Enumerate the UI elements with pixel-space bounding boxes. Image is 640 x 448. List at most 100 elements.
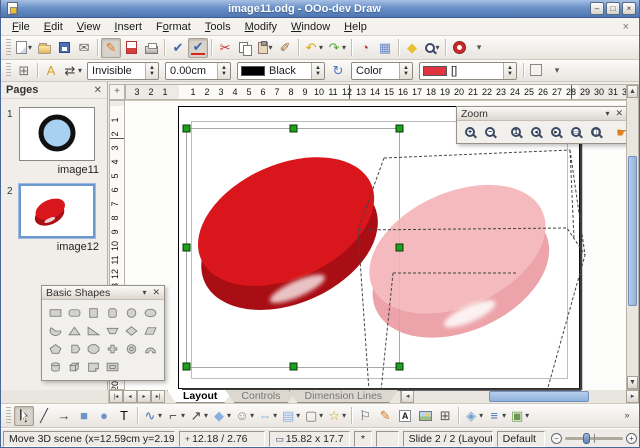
copy-button[interactable] bbox=[235, 38, 255, 58]
points-button[interactable]: ⚐ bbox=[355, 406, 375, 426]
menu-edit[interactable]: Edit bbox=[37, 20, 70, 34]
shape-circle-button[interactable] bbox=[122, 304, 140, 321]
pages-panel-close-icon[interactable]: ✕ bbox=[94, 85, 102, 96]
maximize-button[interactable]: □ bbox=[606, 2, 620, 15]
shape-hexagon-button[interactable] bbox=[66, 340, 84, 357]
menu-modify[interactable]: Modify bbox=[238, 20, 284, 34]
toolbar-options-button[interactable]: » bbox=[617, 406, 637, 426]
spellcheck-button[interactable]: ✔ bbox=[168, 38, 188, 58]
page-nav-previous-button[interactable]: ◂ bbox=[123, 390, 137, 403]
line-style-select[interactable]: Invisible ▲▼ bbox=[87, 62, 159, 80]
edit-file-button[interactable]: ✎ bbox=[101, 38, 121, 58]
shape-isosceles-triangle-button[interactable] bbox=[66, 322, 84, 339]
minimize-button[interactable]: – bbox=[590, 2, 604, 15]
save-button[interactable] bbox=[54, 38, 74, 58]
glue-points-button[interactable]: ✎ bbox=[375, 406, 395, 426]
scroll-left-icon[interactable]: ◂ bbox=[401, 390, 414, 403]
transformations-button[interactable]: ◈▾ bbox=[462, 406, 485, 426]
toolbar-options-button[interactable]: ▾ bbox=[469, 38, 489, 58]
cut-button[interactable]: ✂ bbox=[215, 38, 235, 58]
print-button[interactable] bbox=[141, 38, 161, 58]
zoom-100-button[interactable]: 1 bbox=[506, 122, 526, 142]
close-document-button[interactable]: × bbox=[617, 21, 635, 33]
palette-close-icon[interactable]: ✕ bbox=[152, 287, 160, 298]
horizontal-scrollbar[interactable]: ◂ ▸ bbox=[400, 390, 639, 403]
zoom-in-button[interactable]: + bbox=[460, 122, 480, 142]
text-button[interactable]: T bbox=[114, 406, 134, 426]
shape-trapezoid-button[interactable] bbox=[104, 322, 122, 339]
zoom-dropdown-icon[interactable]: ▾ bbox=[436, 43, 440, 52]
page-nav-next-button[interactable]: ▸ bbox=[137, 390, 151, 403]
auto-spellcheck-button[interactable]: ✔ bbox=[188, 38, 208, 58]
tab-controls[interactable]: Controls bbox=[225, 390, 296, 403]
spinner-arrows[interactable]: ▲▼ bbox=[311, 63, 324, 79]
shape-rounded-square-button[interactable] bbox=[104, 304, 122, 321]
alignment-dropdown-icon[interactable]: ▾ bbox=[502, 411, 506, 420]
area-style-button[interactable]: ↻ bbox=[328, 61, 348, 81]
palette-menu-icon[interactable]: ▾ bbox=[605, 109, 609, 118]
transformations-dropdown-icon[interactable]: ▾ bbox=[479, 411, 483, 420]
shape-diamond-button[interactable] bbox=[122, 322, 140, 339]
zoom-out-icon[interactable]: − bbox=[551, 433, 562, 444]
export-pdf-button[interactable] bbox=[121, 38, 141, 58]
spinner-arrows[interactable]: ▲▼ bbox=[145, 63, 158, 79]
palette-menu-icon[interactable]: ▾ bbox=[142, 288, 146, 297]
scroll-right-icon[interactable]: ▸ bbox=[626, 390, 639, 403]
shape-pentagon-button[interactable] bbox=[47, 340, 65, 357]
horizontal-scroll-thumb[interactable] bbox=[489, 391, 589, 402]
redo-button[interactable]: ↷▾ bbox=[325, 38, 348, 58]
shape-ellipse-button[interactable] bbox=[141, 304, 159, 321]
paste-dropdown-icon[interactable]: ▾ bbox=[269, 43, 273, 52]
vertical-scrollbar[interactable]: ▲ ▼ bbox=[626, 84, 639, 390]
undo-dropdown-icon[interactable]: ▾ bbox=[319, 43, 323, 52]
basic-shapes-titlebar[interactable]: Basic Shapes ▾ ✕ bbox=[42, 286, 164, 300]
insert-table-button[interactable]: ▦ bbox=[375, 38, 395, 58]
paste-button[interactable]: ▾ bbox=[255, 38, 275, 58]
shape-block-arc-button[interactable] bbox=[141, 340, 159, 357]
undo-button[interactable]: ↶▾ bbox=[302, 38, 325, 58]
fill-style-select[interactable]: Color ▲▼ bbox=[351, 62, 413, 80]
stars-dropdown-icon[interactable]: ▾ bbox=[342, 411, 346, 420]
shape-cube-button[interactable] bbox=[66, 358, 84, 375]
spinner-arrows[interactable]: ▲▼ bbox=[503, 63, 516, 79]
menu-window[interactable]: Window bbox=[284, 20, 337, 34]
arrow-styles-button[interactable]: ⇄▾ bbox=[61, 61, 84, 81]
symbol-shapes-button[interactable]: ☺▾ bbox=[233, 406, 256, 426]
arrange-dropdown-icon[interactable]: ▾ bbox=[525, 411, 529, 420]
shape-octagon-button[interactable] bbox=[85, 340, 103, 357]
shape-right-triangle-button[interactable] bbox=[85, 322, 103, 339]
shape-rectangle-button[interactable] bbox=[47, 304, 65, 321]
lines-and-arrows-button[interactable]: ↗▾ bbox=[187, 406, 210, 426]
stars-button[interactable]: ☆▾ bbox=[325, 406, 348, 426]
shape-folded-corner-button[interactable] bbox=[85, 358, 103, 375]
connector-dropdown-icon[interactable]: ▾ bbox=[181, 411, 185, 420]
flowchart-button[interactable]: ▤▾ bbox=[279, 406, 302, 426]
zoom-button[interactable]: ▾ bbox=[422, 38, 442, 58]
basic-shapes-button[interactable]: ◆▾ bbox=[210, 406, 233, 426]
menu-insert[interactable]: Insert bbox=[107, 20, 149, 34]
horizontal-ruler[interactable]: 4321123456789101112131415161718192021222… bbox=[125, 84, 628, 100]
rectangle-button[interactable]: ■ bbox=[74, 406, 94, 426]
callouts-button[interactable]: ▢▾ bbox=[302, 406, 325, 426]
status-slide[interactable]: Slide 2 / 2 (Layout) bbox=[403, 431, 493, 447]
zoom-next-button[interactable]: ▸ bbox=[546, 122, 566, 142]
zoom-slider-thumb[interactable] bbox=[583, 433, 590, 444]
gallery-button[interactable]: ⊞ bbox=[435, 406, 455, 426]
status-style[interactable]: Default bbox=[497, 431, 545, 447]
new-document-button[interactable]: ▾ bbox=[14, 38, 34, 58]
shape-circle-pie-button[interactable] bbox=[47, 322, 65, 339]
menu-format[interactable]: Format bbox=[149, 20, 198, 34]
arrow-styles-dropdown-icon[interactable]: ▾ bbox=[78, 66, 82, 75]
zoom-in-icon[interactable]: + bbox=[626, 433, 637, 444]
toolbar-grip[interactable] bbox=[6, 39, 11, 55]
line-width-input[interactable]: 0.00cm ▲▼ bbox=[165, 62, 231, 80]
shape-parallelogram-button[interactable] bbox=[141, 322, 159, 339]
zoom-slider[interactable]: − + bbox=[551, 433, 637, 444]
tab-layout[interactable]: Layout bbox=[167, 390, 233, 403]
page-nav-first-button[interactable]: |◂ bbox=[109, 390, 123, 403]
alignment-button[interactable]: ≡▾ bbox=[485, 406, 508, 426]
menu-tools[interactable]: Tools bbox=[198, 20, 238, 34]
line-ends-with-arrow-button[interactable]: → bbox=[54, 406, 74, 426]
symbol-shapes-dropdown-icon[interactable]: ▾ bbox=[250, 411, 254, 420]
spinner-arrows[interactable]: ▲▼ bbox=[217, 63, 230, 79]
